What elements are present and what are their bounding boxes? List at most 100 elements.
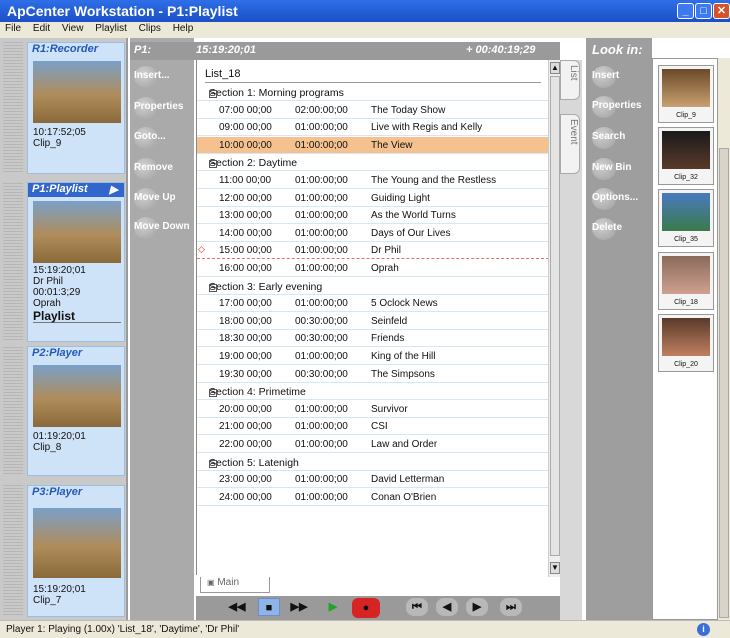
tab-main[interactable]: ▣ Main (200, 577, 270, 593)
playlist-grid[interactable]: List_18 − Section 1: Morning programs 07:0… (196, 60, 549, 575)
collapse-icon[interactable]: − (209, 159, 217, 170)
playlist-item-row[interactable]: 19:00 00;00 01:00:00;00 King of the Hill (197, 348, 549, 365)
bin-path[interactable]: V:default (655, 42, 711, 54)
playlist-item-row[interactable]: 18:00 00;00 00:30:00;00 Seinfeld (197, 313, 549, 330)
playlist-section-row[interactable]: − Section 1: Morning programs (197, 84, 549, 101)
bin-insert-button[interactable]: Insert (592, 66, 650, 88)
playlist-item-row[interactable]: 17:00 00;00 01:00:00;00 5 Oclock News (197, 295, 549, 313)
playlist-section-row[interactable]: − Section 4: Primetime (197, 383, 549, 401)
bin-properties-button[interactable]: Properties (592, 96, 650, 118)
section-label: − Section 3: Early evening (209, 280, 323, 294)
device-pane: R1:Recorder 10:17:52;05 Clip_9 P1:Playli… (0, 38, 128, 620)
tab-list[interactable]: List (560, 60, 580, 100)
menu-edit[interactable]: Edit (33, 23, 50, 34)
start-time: 23:00 00;00 (219, 474, 272, 486)
playlist-section-row[interactable]: − Section 5: Latenigh (197, 454, 549, 471)
collapse-icon[interactable]: − (209, 388, 217, 398)
duration: 01:00:00;00 (295, 245, 348, 257)
clip-thumbnail[interactable]: Clip_20 (658, 314, 714, 372)
playlist-section-row[interactable]: − Section 3: Early evening (197, 278, 549, 295)
playlist-item-row[interactable]: 21:00 00;00 01:00:00;00 CSI (197, 418, 549, 436)
playlist-item-row[interactable]: 16:00 00;00 01:00:00;00 Oprah (197, 260, 549, 277)
step-back-icon[interactable]: ◀ (436, 598, 458, 616)
move-up-button[interactable]: Move Up (134, 188, 192, 210)
playlist-item-row[interactable]: 07:00 00;00 02:00:00;00 The Today Show (197, 102, 549, 119)
rewind-icon[interactable]: ◀◀ (226, 598, 248, 616)
bin-delete-button[interactable]: Delete (592, 218, 650, 240)
move-down-button[interactable]: Move Down (134, 217, 192, 239)
playlist-item-row[interactable]: 20:00 00;00 01:00:00;00 Survivor (197, 401, 549, 418)
start-time: 14:00 00;00 (219, 227, 272, 239)
skip-end-icon[interactable]: ⏭ (500, 598, 522, 616)
maximize-icon[interactable]: □ (695, 3, 712, 19)
play-icon[interactable]: ▶ (322, 598, 344, 616)
recorder-clip: Clip_9 (33, 138, 62, 149)
bin-menu-strip (583, 22, 730, 38)
remove-button[interactable]: Remove (134, 158, 192, 180)
collapse-icon[interactable]: − (209, 89, 217, 99)
stop-icon[interactable]: ■ (258, 598, 280, 616)
goto-button[interactable]: Goto... (134, 127, 192, 149)
fast-forward-icon[interactable]: ▶▶ (288, 598, 310, 616)
playlist-item-row[interactable]: 15:00 00;00 01:00:00;00 Dr Phil (197, 242, 549, 260)
bin-scroll-thumb[interactable] (719, 148, 729, 618)
recorder-thumbnail (33, 61, 121, 123)
info-icon[interactable]: i (697, 623, 710, 636)
menu-playlist[interactable]: Playlist (95, 23, 127, 34)
clip-bin[interactable]: Clip_9 Clip_32 Clip_35 Clip_18 Clip_20 (652, 58, 718, 620)
scroll-up-icon[interactable]: ▲ (550, 62, 560, 74)
playlist-item-row[interactable]: 12:00 00;00 01:00:00;00 Guiding Light (197, 190, 549, 207)
menu-clips[interactable]: Clips (139, 23, 161, 34)
playlist-item-row[interactable]: 09:00 00;00 01:00:00;00 Live with Regis an… (197, 119, 549, 137)
menu-help[interactable]: Help (173, 23, 194, 34)
scroll-thumb[interactable] (550, 76, 560, 556)
insert-button[interactable]: Insert... (134, 66, 192, 88)
program-title: As the World Turns (371, 210, 456, 222)
clip-thumbnail[interactable]: Clip_9 (658, 65, 714, 123)
bin-options-button[interactable]: Options... (592, 188, 650, 210)
playlist-item-row[interactable]: 10:00 00;00 01:00:00;00 The View (197, 136, 549, 154)
playlist-panel[interactable]: P1:Playlist ▶ 15:19:20;01 Dr Phil 00:01:3… (27, 182, 125, 342)
collapse-icon[interactable]: − (209, 458, 217, 469)
new-bin-button[interactable]: New Bin (592, 158, 650, 180)
playlist-item-row[interactable]: 23:00 00;00 01:00:00;00 David Letterman (197, 471, 549, 489)
playlist-item-row[interactable]: 13:00 00;00 01:00:00;00 As the World Turns (197, 207, 549, 225)
recorder-header[interactable]: R1:Recorder (28, 43, 124, 57)
playlist-section-row[interactable]: − Section 2: Daytime (197, 154, 549, 172)
program-title: The View (371, 139, 413, 151)
start-time: 17:00 00;00 (219, 298, 272, 310)
playlist-item-row[interactable]: 22:00 00;00 01:00:00;00 Law and Order (197, 436, 549, 453)
clip-thumbnail[interactable]: Clip_18 (658, 252, 714, 310)
scroll-down-icon[interactable]: ▼ (550, 562, 560, 574)
playlist-scrollbar[interactable]: ▲ ▼ (548, 60, 560, 577)
skip-start-icon[interactable]: ⏮ (406, 598, 428, 616)
tab-event[interactable]: Event (560, 114, 580, 174)
playlist-item-row[interactable]: 18:30 00;00 00:30:00;00 Friends (197, 330, 549, 348)
record-icon[interactable]: ● (352, 598, 380, 618)
playlist-item-row[interactable]: 24:00 00;00 01:00:00;00 Conan O'Brien (197, 489, 549, 506)
properties-button[interactable]: Properties (134, 97, 192, 119)
collapse-icon[interactable]: − (209, 282, 217, 293)
start-time: 19:00 00;00 (219, 351, 272, 362)
clip-thumbnail[interactable]: Clip_35 (658, 189, 714, 247)
close-icon[interactable]: ✕ (713, 3, 730, 19)
minimize-icon[interactable]: _ (677, 3, 694, 19)
playlist-item-row[interactable]: 11:00 00;00 01:00:00;00 The Young and the … (197, 172, 549, 189)
menu-view[interactable]: View (62, 23, 84, 34)
player2-header[interactable]: P2:Player (28, 347, 124, 361)
playlist-header[interactable]: P1:Playlist ▶ (28, 183, 124, 197)
recorder-panel[interactable]: R1:Recorder 10:17:52;05 Clip_9 (27, 42, 125, 174)
step-forward-icon[interactable]: ▶ (466, 598, 488, 616)
control-id: P1: (134, 44, 152, 56)
player3-panel[interactable]: P3:Player 15:19:20;01 Clip_7 (27, 485, 125, 617)
player2-panel[interactable]: P2:Player 01:19:20;01 Clip_8 (27, 346, 125, 476)
playlist-item-row[interactable]: 19:30 00;00 00:30:00;00 The Simpsons (197, 366, 549, 383)
menu-file[interactable]: File (5, 23, 21, 34)
bin-scrollbar[interactable] (718, 58, 730, 620)
program-title: The Simpsons (371, 368, 435, 380)
clip-thumbnail[interactable]: Clip_32 (658, 127, 714, 185)
menu-bar: File Edit View Playlist Clips Help (0, 22, 583, 38)
playlist-item-row[interactable]: 14:00 00;00 01:00:00;00 Days of Our Lives (197, 225, 549, 242)
bin-search-button[interactable]: Search (592, 127, 650, 149)
player3-header[interactable]: P3:Player (28, 486, 124, 500)
